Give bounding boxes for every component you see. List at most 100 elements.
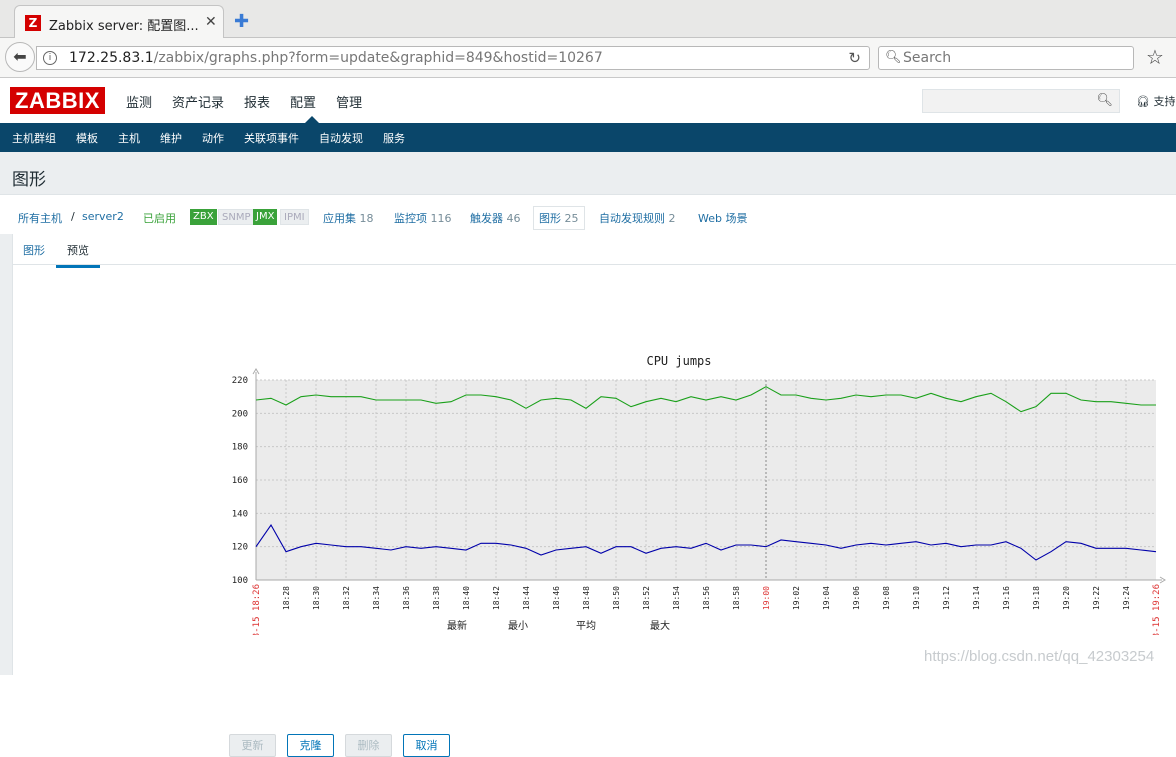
update-button[interactable]: 更新 [229,734,276,757]
host-navigation-bar: 所有主机 / server2 已启用 ZBX SNMP JMX IPMI 应用集… [0,194,1176,234]
info-icon[interactable]: i [43,51,57,65]
triggers-link[interactable]: 触发器 46 [470,210,521,226]
x-tick-label: 18:30 [312,586,321,610]
x-tick-label: 18:48 [582,586,591,610]
legend-header: 最大 [650,619,670,632]
graph-preview: CPU jumps 100 120 140 160 180 200 220 18:28 18:30… [232,354,1166,635]
y-tick-label: 220 [232,376,248,386]
url-text: 172.25.83.1/zabbix/graphs.php?form=updat… [69,50,603,66]
y-tick-label: 140 [232,509,248,519]
x-tick-label: 18:52 [642,586,651,610]
menu-monitoring[interactable]: 监测 [126,92,152,111]
x-tick-label: 19:02 [792,586,801,610]
x-tick-label: 19:06 [852,586,861,610]
all-hosts-link[interactable]: 所有主机 [18,210,62,226]
x-tick-label: 19:14 [972,586,981,610]
menu-reports[interactable]: 报表 [244,92,270,111]
search-icon[interactable]: 🔍︎ [1096,93,1113,108]
page: 图形 所有主机 / server2 已启用 ZBX SNMP JMX IPMI … [0,152,1176,757]
clone-button[interactable]: 克隆 [287,734,334,757]
x-tick-label: 19:10 [912,586,921,610]
x-tick-label: 18:58 [732,586,741,610]
host-link[interactable]: server2 [82,210,124,223]
availability-zbx: ZBX [190,209,217,225]
x-tick-label: 19:04 [822,586,831,610]
zabbix-logo[interactable]: ZABBIX [10,87,105,114]
close-icon[interactable]: ✕ [205,14,217,30]
x-tick-label: 18:46 [552,586,561,610]
discovery-rules-link[interactable]: 自动发现规则 2 [599,210,676,226]
legend-header: 最小 [508,620,528,632]
chart-title: CPU jumps [646,354,711,368]
x-tick-label: 18:40 [462,586,471,610]
headset-icon: 🎧︎ [1136,95,1150,108]
bookmark-star-icon[interactable]: ☆ [1146,45,1164,69]
graphs-link[interactable]: 图形 25 [533,206,585,230]
x-tick-label: 19:12 [942,586,951,610]
watermark: https://blog.csdn.net/qq_42303254 [924,648,1155,665]
browser-tabbar: Z Zabbix server: 配置图... ✕ ✚ [0,0,1176,38]
tab-title: Zabbix server: 配置图... [49,19,199,34]
x-tick-label: 19:16 [1002,586,1011,610]
y-tick-label: 160 [232,476,248,486]
global-search-input[interactable]: 🔍︎ [922,89,1120,113]
x-tick-label: 18:32 [342,586,351,610]
legend-header: 平均 [576,620,596,632]
availability-ipmi: IPMI [280,209,309,225]
zabbix-header: ZABBIX 监测 资产记录 报表 配置 管理 🔍︎ 🎧︎ 支持 [0,79,1176,123]
graph-form: 图形 预览 CPU jumps 100 120 140 160 180 200 220 18:2… [12,234,1176,757]
x-tick-label: 18:34 [372,586,381,610]
x-tick-label: 18:38 [432,586,441,610]
reload-icon[interactable]: ↻ [848,49,861,67]
form-tabs: 图形 预览 [13,234,1176,268]
new-tab-icon[interactable]: ✚ [234,11,249,32]
arrow-left-icon: ⬅ [13,47,27,66]
menu-inventory[interactable]: 资产记录 [172,92,224,111]
x-tick-label: 18:28 [282,586,291,610]
x-tick-label: 18:36 [402,586,411,610]
browser-tab[interactable]: Z Zabbix server: 配置图... ✕ [14,5,224,38]
availability-snmp: SNMP [218,209,255,225]
x-tick-label: 19:08 [882,586,891,610]
x-tick-label: 18:56 [702,586,711,610]
sub-menu: 主机群组 模板 主机 维护 动作 关联项事件 自动发现 服务 [0,123,1176,155]
x-tick-label: 19:18 [1032,586,1041,610]
y-tick-label: 180 [232,443,248,453]
cancel-button[interactable]: 取消 [403,734,450,757]
x-tick-label: 18:54 [672,586,681,610]
x-tick-label: 19:24 [1122,586,1131,610]
items-link[interactable]: 监控项 116 [394,210,452,226]
search-icon: 🔍︎ [885,50,902,65]
menu-administration[interactable]: 管理 [336,92,362,111]
y-tick-label: 120 [232,543,248,553]
x-tick-label: 18:42 [492,586,501,610]
delete-button[interactable]: 删除 [345,734,392,757]
browser-search-input[interactable]: 🔍︎ Search [878,46,1134,70]
web-scenarios-link[interactable]: Web 场景 [698,210,747,226]
x-tick-label: 18:50 [612,586,621,610]
url-bar[interactable]: i 172.25.83.1/zabbix/graphs.php?form=upd… [36,46,870,70]
x-tick-label: 19:00 [762,586,771,610]
y-tick-label: 100 [232,576,248,586]
availability-jmx: JMX [253,209,278,225]
y-tick-label: 200 [232,409,248,419]
search-placeholder: Search [903,50,952,66]
legend-header: 最新 [447,619,467,632]
menu-configuration[interactable]: 配置 [290,92,316,111]
browser-navbar: ⬅ i 172.25.83.1/zabbix/graphs.php?form=u… [0,38,1176,78]
applications-link[interactable]: 应用集 18 [323,210,374,226]
x-tick-label: 19:20 [1062,586,1071,610]
tab-graph[interactable]: 图形 [23,242,45,258]
breadcrumb-separator: / [71,210,75,223]
x-end-label: 03-15 19:26 [1152,584,1162,635]
top-menu: 监测 资产记录 报表 配置 管理 [126,92,362,111]
host-status[interactable]: 已启用 [143,210,176,226]
support-link[interactable]: 🎧︎ 支持 [1136,93,1175,109]
x-tick-label: 19:22 [1092,586,1101,610]
x-start-label: 03-15 18:26 [252,584,262,635]
page-title: 图形 [12,170,46,190]
active-menu-indicator [305,116,319,123]
x-tick-label: 18:44 [522,586,531,610]
back-button[interactable]: ⬅ [5,42,35,72]
zabbix-favicon-icon: Z [25,15,41,31]
